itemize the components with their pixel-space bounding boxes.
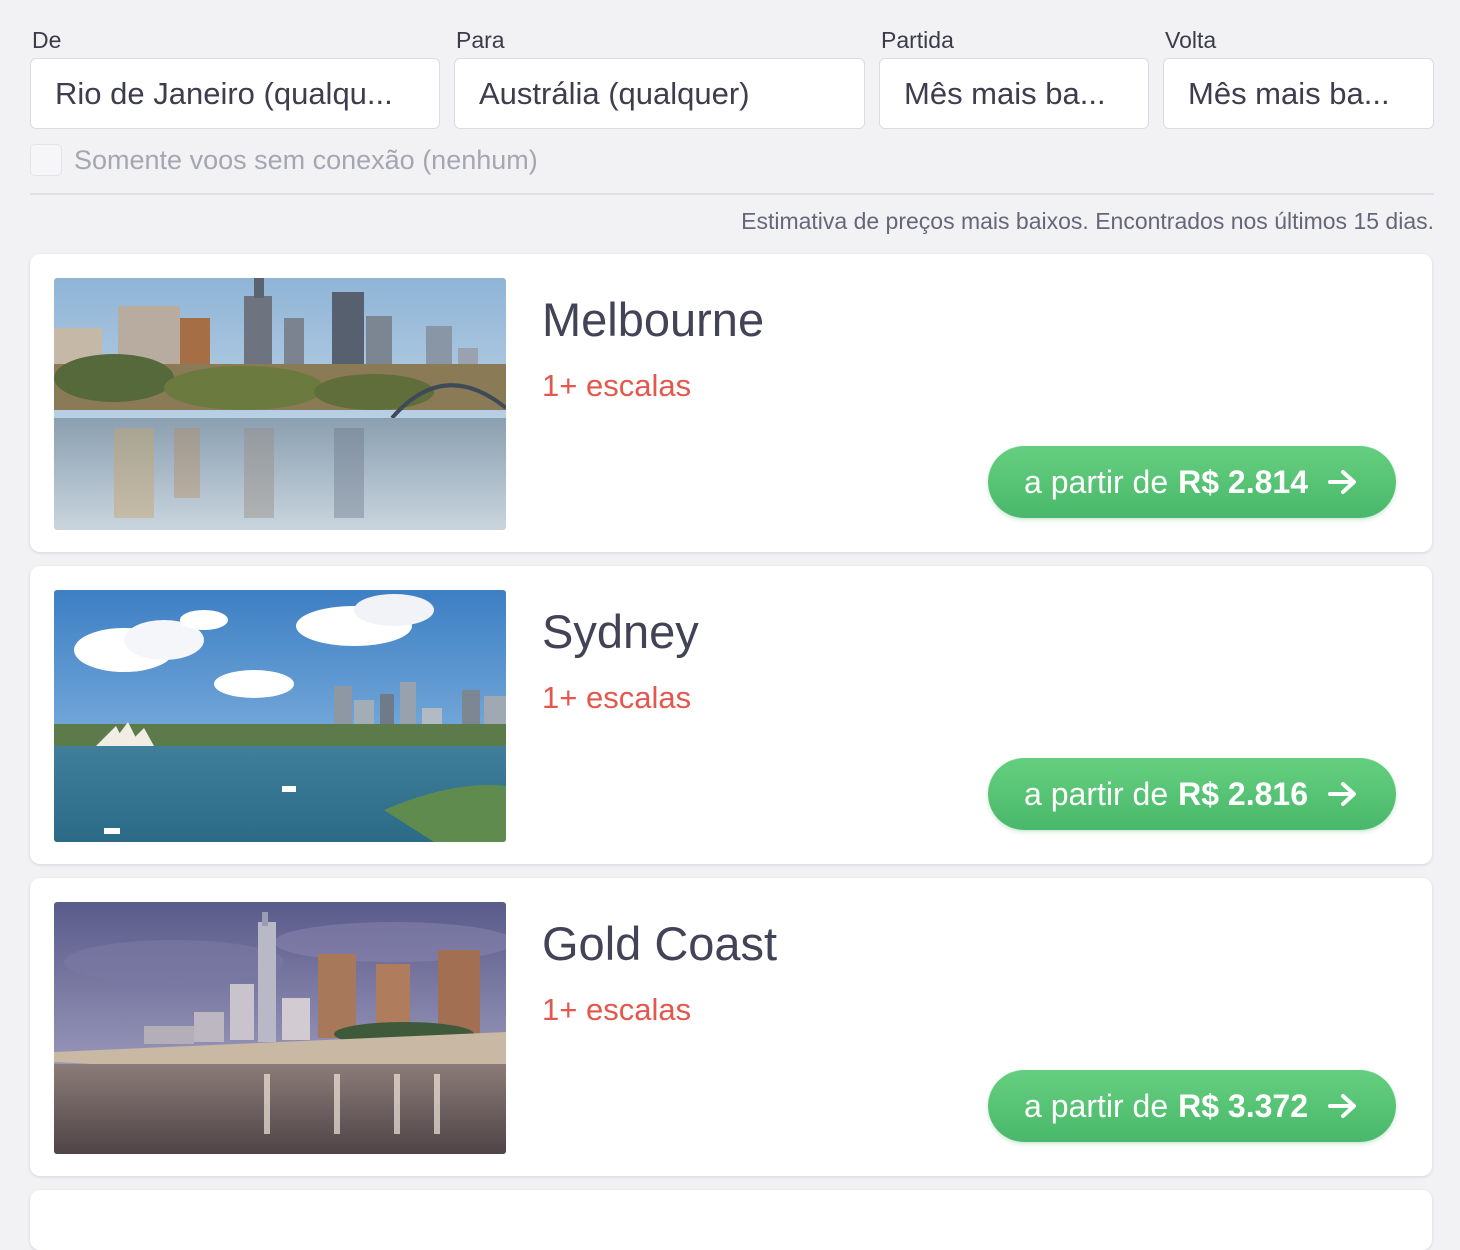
result-card[interactable]: Melbourne 1+ escalas a partir de R$ 2.81… [30, 254, 1432, 552]
result-card-partial[interactable] [30, 1190, 1432, 1250]
price-button[interactable]: a partir de R$ 2.814 [988, 446, 1396, 518]
price-amount: R$ 2.814 [1178, 463, 1308, 500]
from-label: De [32, 27, 62, 53]
city-name: Gold Coast [542, 917, 778, 970]
price-prefix: a partir de [1024, 1087, 1169, 1124]
price-amount: R$ 2.816 [1178, 775, 1308, 812]
stops-info: 1+ escalas [542, 368, 692, 403]
city-name: Melbourne [542, 293, 765, 346]
departure-field: Partida Mês mais ba... [879, 24, 1149, 129]
departure-input[interactable]: Mês mais ba... [879, 58, 1149, 129]
result-card[interactable]: Gold Coast 1+ escalas a partir de R$ 3.3… [30, 878, 1432, 1176]
price-prefix: a partir de [1024, 775, 1169, 812]
return-input[interactable]: Mês mais ba... [1163, 58, 1434, 129]
from-field: De Rio de Janeiro (qualqu... [30, 24, 440, 129]
from-input[interactable]: Rio de Janeiro (qualqu... [30, 58, 440, 129]
result-card[interactable]: Sydney 1+ escalas a partir de R$ 2.816 [30, 566, 1432, 864]
to-input[interactable]: Austrália (qualquer) [454, 58, 865, 129]
gold-coast-beach-photo [54, 902, 506, 1154]
departure-label: Partida [881, 27, 954, 53]
price-estimate-note: Estimativa de preços mais baixos. Encont… [741, 208, 1434, 234]
return-label: Volta [1165, 27, 1217, 53]
stops-info: 1+ escalas [542, 992, 692, 1027]
to-field: Para Austrália (qualquer) [454, 24, 865, 129]
direct-only-label: Somente voos sem conexão (nenhum) [74, 144, 538, 175]
direct-only-option[interactable]: Somente voos sem conexão (nenhum) [30, 142, 538, 178]
stops-info: 1+ escalas [542, 680, 692, 715]
city-name: Sydney [542, 605, 699, 658]
arrow-right-icon [1328, 1094, 1356, 1118]
sydney-harbour-photo [54, 590, 506, 842]
price-amount: R$ 3.372 [1178, 1087, 1308, 1124]
price-button[interactable]: a partir de R$ 3.372 [988, 1070, 1396, 1142]
price-prefix: a partir de [1024, 463, 1169, 500]
arrow-right-icon [1328, 782, 1356, 806]
divider [30, 193, 1434, 195]
arrow-right-icon [1328, 470, 1356, 494]
search-filters: De Rio de Janeiro (qualqu... Para Austrá… [30, 24, 1434, 132]
melbourne-skyline-photo [54, 278, 506, 530]
to-label: Para [456, 27, 505, 53]
price-button[interactable]: a partir de R$ 2.816 [988, 758, 1396, 830]
return-field: Volta Mês mais ba... [1163, 24, 1434, 129]
direct-only-checkbox[interactable] [30, 144, 62, 176]
